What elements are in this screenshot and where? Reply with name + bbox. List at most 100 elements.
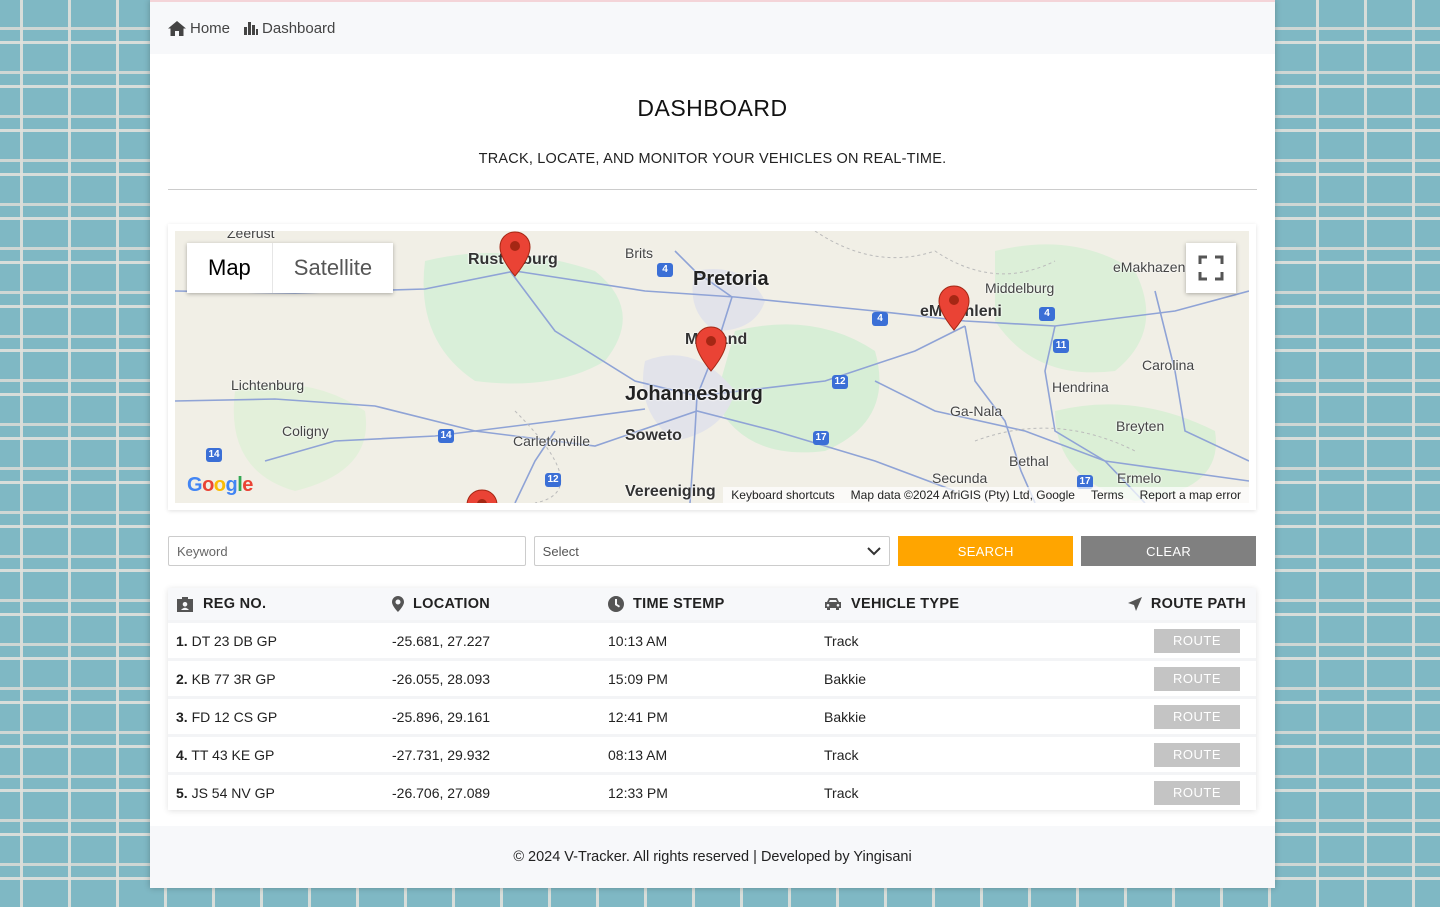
location-cell: -27.731, 29.932 [392, 746, 491, 763]
table-row: 4. TT 43 KE GP -27.731, 29.932 08:13 AM … [168, 734, 1256, 772]
route-shield: 12 [545, 473, 561, 487]
chevron-down-icon [867, 546, 882, 555]
table-row: 3. FD 12 CS GP -25.896, 29.161 12:41 PM … [168, 696, 1256, 734]
place-label: Pretoria [693, 268, 769, 290]
home-icon [168, 20, 186, 36]
reg-number: JS 54 NV GP [191, 784, 275, 801]
vehicle-type-cell: Track [824, 632, 859, 649]
route-button[interactable]: ROUTE [1154, 704, 1240, 729]
table-row: 5. JS 54 NV GP -26.706, 27.089 12:33 PM … [168, 772, 1256, 810]
column-label: VEHICLE TYPE [851, 596, 960, 612]
vehicle-type-select[interactable]: Select [533, 536, 891, 566]
vehicle-marker-icon[interactable] [694, 326, 728, 372]
navigation-arrow-icon [1127, 597, 1142, 611]
terms-link[interactable]: Terms [1091, 488, 1124, 502]
row-number: 4. [176, 746, 188, 763]
time-cell: 10:13 AM [608, 632, 668, 649]
place-label: Bethal [1009, 453, 1049, 469]
place-label: Hendrina [1052, 379, 1109, 395]
map-type-satellite-button[interactable]: Satellite [273, 243, 393, 293]
vehicle-type-cell: Bakkie [824, 708, 867, 725]
vehicle-table: REG NO. LOCATION TIME STEMP VEHICLE TYPE… [168, 588, 1256, 810]
vehicle-type-cell: Bakkie [824, 670, 867, 687]
time-cell: 15:09 PM [608, 670, 668, 687]
location-cell: -25.896, 29.161 [392, 708, 491, 725]
column-header-reg: REG NO. [168, 596, 384, 612]
route-shield: 14 [438, 429, 454, 443]
row-number: 3. [176, 708, 188, 725]
place-label: Ga-Nala [950, 403, 1003, 419]
column-label: REG NO. [203, 596, 267, 612]
location-cell: -26.055, 28.093 [392, 670, 491, 687]
place-label: Brits [625, 245, 653, 261]
place-label: Vereeniging [625, 483, 716, 500]
vehicle-marker-icon[interactable] [498, 231, 532, 277]
route-button[interactable]: ROUTE [1154, 666, 1240, 691]
reg-cell: 4. TT 43 KE GP [168, 747, 384, 763]
page-subtitle: TRACK, LOCATE, AND MONITOR YOUR VEHICLES… [478, 151, 947, 167]
location-cell: -26.706, 27.089 [392, 784, 491, 801]
route-button[interactable]: ROUTE [1154, 742, 1240, 767]
column-header-location: LOCATION [384, 596, 600, 612]
page-container: Home Dashboard DASHBOARD TRACK, LOCATE, … [150, 0, 1275, 888]
column-header-vehicle-type: VEHICLE TYPE [816, 596, 1032, 612]
place-label: Breyten [1116, 418, 1165, 434]
place-label: Coligny [282, 423, 329, 439]
vehicle-type-cell: Track [824, 784, 859, 801]
report-map-error-link[interactable]: Report a map error [1140, 488, 1241, 502]
reg-number: DT 23 DB GP [191, 632, 277, 649]
place-label: Johannesburg [625, 383, 763, 405]
keyboard-shortcuts-link[interactable]: Keyboard shortcuts [731, 488, 834, 502]
route-shield: 17 [813, 431, 829, 445]
breadcrumb-dashboard-label: Dashboard [262, 19, 336, 37]
fullscreen-icon [1198, 255, 1224, 281]
reg-number: TT 43 KE GP [191, 746, 275, 763]
place-label: Carolina [1142, 357, 1195, 373]
breadcrumb-home[interactable]: Home [168, 20, 230, 37]
route-button[interactable]: ROUTE [1154, 780, 1240, 805]
table-row: 2. KB 77 3R GP -26.055, 28.093 15:09 PM … [168, 658, 1256, 696]
reg-cell: 2. KB 77 3R GP [168, 671, 384, 687]
clock-icon [608, 596, 624, 612]
bar-chart-icon [244, 21, 259, 35]
place-label: Lichtenburg [231, 377, 305, 393]
table-header: REG NO. LOCATION TIME STEMP VEHICLE TYPE… [168, 588, 1256, 620]
location-cell: -25.681, 27.227 [392, 632, 491, 649]
reg-number: KB 77 3R GP [191, 670, 276, 687]
route-shield: 4 [872, 312, 888, 326]
car-icon [825, 598, 841, 610]
select-value: Select [542, 543, 579, 559]
map-panel: Zeerust Rustenburg Brits Pretoria Middel… [168, 224, 1256, 510]
column-label: ROUTE PATH [1150, 596, 1246, 612]
route-shield: 12 [832, 375, 848, 389]
time-cell: 08:13 AM [608, 746, 668, 763]
place-label: Soweto [625, 427, 682, 444]
map-pin-icon [392, 596, 404, 612]
footer: © 2024 V-Tracker. All rights reserved | … [150, 826, 1275, 888]
map-canvas[interactable]: Zeerust Rustenburg Brits Pretoria Middel… [175, 231, 1249, 503]
vehicle-marker-icon[interactable] [465, 489, 499, 503]
route-shield: 11 [1053, 339, 1069, 353]
page-title: DASHBOARD [637, 95, 788, 121]
route-shield: 4 [657, 263, 673, 277]
keyword-input[interactable] [168, 536, 526, 566]
clear-button[interactable]: CLEAR [1081, 536, 1256, 566]
column-header-time: TIME STEMP [600, 596, 816, 612]
route-button[interactable]: ROUTE [1154, 628, 1240, 653]
search-button[interactable]: SEARCH [898, 536, 1074, 566]
route-shield: 14 [206, 448, 222, 462]
breadcrumb-home-label: Home [190, 19, 231, 37]
footer-text: © 2024 V-Tracker. All rights reserved | … [513, 849, 912, 865]
reg-number: FD 12 CS GP [191, 708, 278, 725]
divider [168, 189, 1257, 190]
breadcrumb-dashboard[interactable]: Dashboard [244, 20, 335, 37]
map-type-map-button[interactable]: Map [187, 243, 273, 293]
fullscreen-button[interactable] [1186, 243, 1236, 293]
route-shield: 4 [1039, 307, 1055, 321]
row-number: 2. [176, 670, 188, 687]
place-label: Ermelo [1117, 470, 1162, 486]
vehicle-marker-icon[interactable] [937, 285, 971, 331]
vehicle-type-cell: Track [824, 746, 859, 763]
column-header-route: ROUTE PATH [1032, 596, 1256, 612]
time-cell: 12:33 PM [608, 784, 668, 801]
